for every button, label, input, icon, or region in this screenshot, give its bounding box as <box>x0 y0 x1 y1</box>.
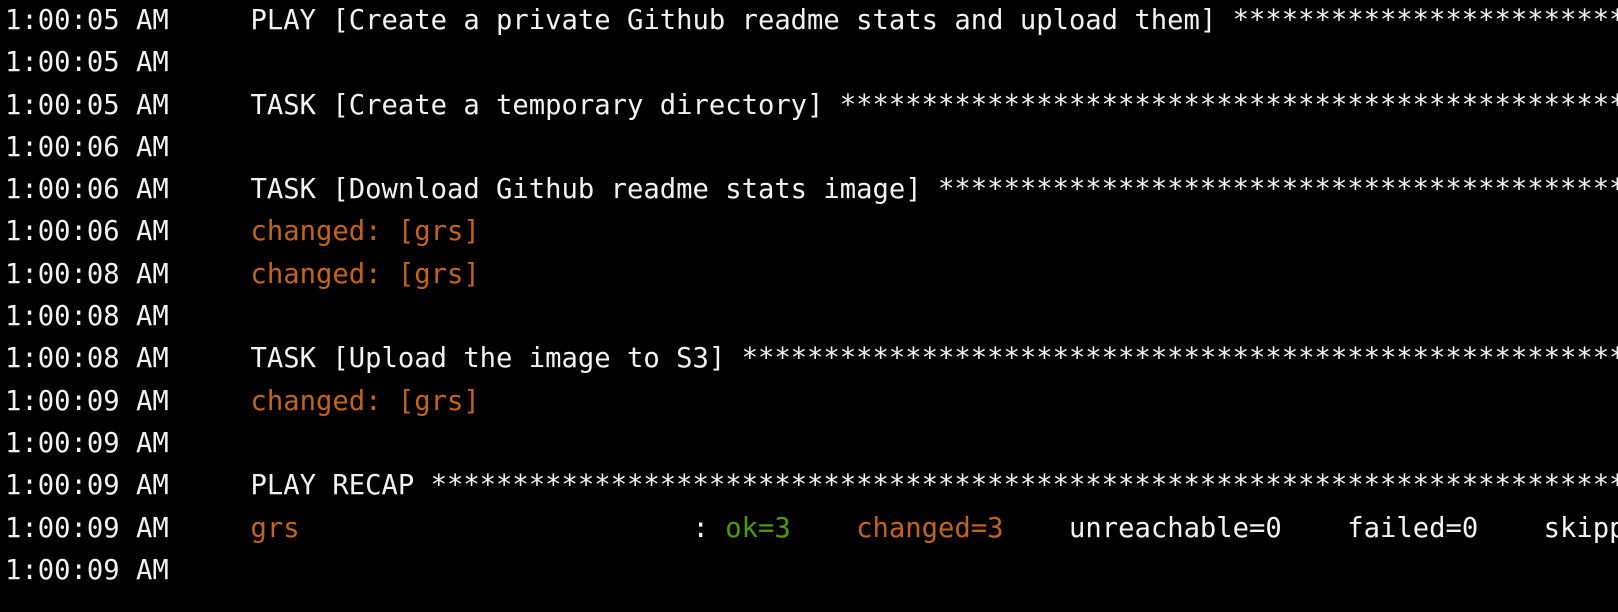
log-gutter-space <box>169 259 251 290</box>
log-segment-ok: ok=3 <box>725 512 791 544</box>
log-line: 1:00:09 AM grs : ok=3 changed=3 unreacha… <box>0 508 1618 550</box>
log-gutter-space <box>169 5 251 36</box>
log-timestamp: 1:00:05 AM <box>5 47 169 79</box>
log-timestamp: 1:00:08 AM <box>5 301 169 333</box>
log-gutter-space <box>169 216 251 247</box>
log-line: 1:00:09 AM <box>0 550 1618 592</box>
log-gutter-space <box>169 470 251 501</box>
log-line: 1:00:08 AM changed: [grs] <box>0 254 1618 296</box>
log-timestamp: 1:00:05 AM <box>5 89 169 121</box>
log-line: 1:00:06 AM <box>0 127 1618 169</box>
log-line: 1:00:06 AM changed: [grs] <box>0 211 1618 253</box>
log-segment-default: PLAY [Create a private Github readme sta… <box>250 5 1618 36</box>
log-timestamp: 1:00:09 AM <box>5 385 169 417</box>
log-segment-changed: changed: [grs] <box>250 385 480 417</box>
log-segment-default: PLAY RECAP *****************************… <box>250 470 1618 502</box>
log-segment-default: TASK [Download Github readme stats image… <box>250 174 1618 206</box>
log-line: 1:00:09 AM PLAY RECAP ******************… <box>0 465 1618 507</box>
log-gutter-space <box>169 47 251 78</box>
log-segment-default <box>791 513 856 544</box>
log-segment-changed: changed=3 <box>856 512 1004 544</box>
log-segment-changed: changed: [grs] <box>250 216 480 248</box>
log-gutter-space <box>169 90 251 121</box>
log-timestamp: 1:00:05 AM <box>5 5 169 36</box>
log-line: 1:00:08 AM TASK [Upload the image to S3]… <box>0 338 1618 380</box>
log-line: 1:00:09 AM changed: [grs] <box>0 381 1618 423</box>
log-line: 1:00:05 AM <box>0 42 1618 84</box>
log-timestamp: 1:00:09 AM <box>5 427 169 459</box>
log-timestamp: 1:00:08 AM <box>5 258 169 290</box>
log-segment-changed: changed: [grs] <box>250 258 480 290</box>
log-line: 1:00:06 AM TASK [Download Github readme … <box>0 169 1618 211</box>
log-timestamp: 1:00:09 AM <box>5 512 169 544</box>
log-gutter-space <box>169 132 251 163</box>
log-line: 1:00:08 AM <box>0 296 1618 338</box>
log-segment-default: TASK [Upload the image to S3] **********… <box>250 343 1618 375</box>
log-line-list: 1:00:05 AM PLAY [Create a private Github… <box>0 0 1618 592</box>
log-gutter-space <box>169 555 251 586</box>
log-segment-default: : <box>299 512 726 544</box>
log-timestamp: 1:00:09 AM <box>5 554 169 586</box>
log-timestamp: 1:00:06 AM <box>5 216 169 248</box>
log-segment-host: grs <box>250 512 300 544</box>
log-gutter-space <box>169 301 251 332</box>
log-timestamp: 1:00:06 AM <box>5 174 169 206</box>
log-gutter-space <box>169 343 251 374</box>
log-gutter-space <box>169 428 251 459</box>
log-timestamp: 1:00:06 AM <box>5 131 169 163</box>
log-gutter-space <box>169 386 251 417</box>
log-timestamp: 1:00:09 AM <box>5 470 169 502</box>
log-segment-default: unreachable=0 failed=0 skipped=0 rescued… <box>1068 512 1618 544</box>
log-line: 1:00:05 AM PLAY [Create a private Github… <box>0 0 1618 42</box>
terminal-output-pane[interactable]: 1:00:05 AM PLAY [Create a private Github… <box>0 0 1618 612</box>
log-line: 1:00:05 AM TASK [Create a temporary dire… <box>0 85 1618 127</box>
log-line: 1:00:09 AM <box>0 423 1618 465</box>
log-gutter-space <box>169 513 251 544</box>
log-segment-default: TASK [Create a temporary directory] ****… <box>250 89 1618 121</box>
log-gutter-space <box>169 174 251 205</box>
log-timestamp: 1:00:08 AM <box>5 343 169 375</box>
